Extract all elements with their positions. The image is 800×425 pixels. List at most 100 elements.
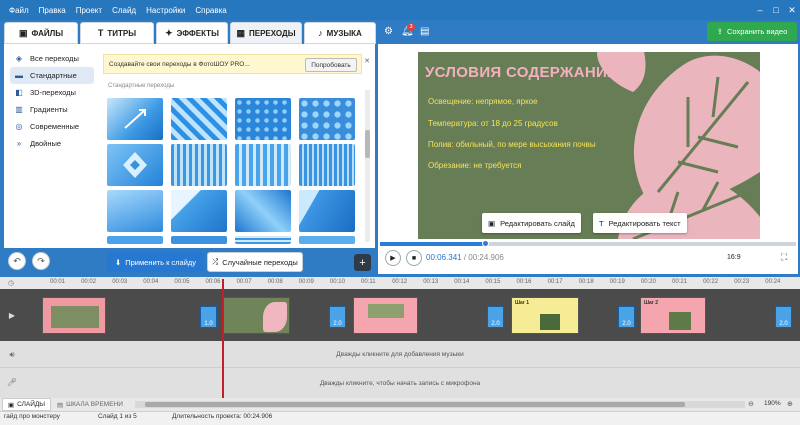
zoom-in-icon[interactable]: ⊕ xyxy=(787,400,793,408)
gallery-icon[interactable]: ▤ xyxy=(420,26,429,37)
slide-text-line: Полив: обильный, по мере высыхания почвы xyxy=(428,140,596,149)
gradient-icon: ▥ xyxy=(15,105,23,114)
edit-slide-button[interactable]: ▣ Редактировать слайд xyxy=(482,213,581,233)
transition-marker[interactable]: 2.0 xyxy=(775,306,792,328)
stop-button[interactable]: ■ xyxy=(406,250,422,266)
slide-clip[interactable]: Шаг 2 xyxy=(640,297,706,334)
clip-thumbnail xyxy=(263,302,287,332)
zoom-out-icon[interactable]: ⊖ xyxy=(748,400,754,408)
transition-thumb[interactable] xyxy=(171,236,227,244)
tab-slides[interactable]: ▣ СЛАЙДЫ xyxy=(2,398,52,411)
menu-slide[interactable]: Слайд xyxy=(112,6,136,15)
transition-marker[interactable]: 2.0 xyxy=(329,306,346,328)
category-modern[interactable]: ◎ Современные xyxy=(4,118,100,135)
transition-thumb[interactable] xyxy=(299,190,355,232)
project-duration: Длительность проекта: 00:24.906 xyxy=(172,413,273,420)
minimize-button[interactable]: – xyxy=(752,5,768,15)
tab-effects[interactable]: ✦ ЭФФЕКТЫ xyxy=(156,22,228,44)
tick-label: 00:18 xyxy=(578,279,594,285)
tab-timeline[interactable]: ▤ ШКАЛА ВРЕМЕНИ xyxy=(52,398,128,411)
tick-label: 00:03 xyxy=(112,279,128,285)
transition-marker[interactable]: 2.0 xyxy=(487,306,504,328)
close-icon[interactable]: ✕ xyxy=(364,57,370,65)
fullscreen-icon[interactable]: ⛶ xyxy=(781,252,787,263)
try-button[interactable]: Попробовать xyxy=(305,58,357,72)
grid-scrollbar[interactable] xyxy=(365,90,370,242)
category-3d[interactable]: ◧ 3D-переходы xyxy=(4,84,100,101)
transition-thumb[interactable] xyxy=(235,236,291,244)
transition-thumb[interactable] xyxy=(235,144,291,186)
transition-thumb[interactable] xyxy=(107,236,163,244)
cube-icon: ◧ xyxy=(15,88,23,97)
transition-thumb[interactable] xyxy=(107,144,163,186)
clip-thumbnail xyxy=(51,306,99,328)
shuffle-icon: ⤮ xyxy=(212,257,219,266)
redo-button[interactable]: ↷ xyxy=(32,252,50,270)
transition-thumb[interactable] xyxy=(171,190,227,232)
transition-thumb[interactable] xyxy=(299,236,355,244)
video-icon: ▶ xyxy=(8,311,16,320)
music-hint: Дважды кликните для добавления музыки xyxy=(336,351,464,358)
tab-titles[interactable]: T ТИТРЫ xyxy=(80,22,154,44)
playback-progress[interactable] xyxy=(380,240,796,247)
slide-clip[interactable] xyxy=(42,297,106,334)
menu-file[interactable]: Файл xyxy=(9,6,29,15)
gear-icon[interactable]: ⚙ xyxy=(384,26,393,37)
scrollbar-thumb[interactable] xyxy=(145,402,685,407)
random-transitions-button[interactable]: ⤮ Случайные переходы xyxy=(207,252,303,272)
add-button[interactable]: + xyxy=(354,254,371,271)
menu-edit[interactable]: Правка xyxy=(39,6,66,15)
horizontal-scrollbar[interactable] xyxy=(135,401,745,408)
tick-label: 00:17 xyxy=(547,279,563,285)
tick-label: 00:23 xyxy=(734,279,750,285)
transition-thumb[interactable] xyxy=(107,98,163,140)
close-window-button[interactable]: ✕ xyxy=(784,5,800,16)
menu-bar: Файл Правка Проект Слайд Настройки Справ… xyxy=(0,0,800,20)
edit-text-button[interactable]: T Редактировать текст xyxy=(593,213,687,233)
category-standard[interactable]: ▬ Стандартные xyxy=(10,67,94,84)
menu-project[interactable]: Проект xyxy=(76,6,102,15)
apply-to-slide-button[interactable]: ⬇ Применить к слайду xyxy=(107,252,204,272)
undo-button[interactable]: ↶ xyxy=(8,252,26,270)
tick-label: 00:10 xyxy=(329,279,345,285)
transition-thumb[interactable] xyxy=(299,144,355,186)
slide-clip[interactable]: Шаг 1 xyxy=(511,297,579,334)
transition-thumb[interactable] xyxy=(235,98,291,140)
category-double[interactable]: » Двойные xyxy=(4,135,100,152)
tick-label: 00:24 xyxy=(765,279,781,285)
maximize-button[interactable]: □ xyxy=(768,5,784,15)
transitions-icon: ▦ xyxy=(236,27,245,38)
transition-thumb[interactable] xyxy=(235,190,291,232)
transition-marker[interactable]: 2.0 xyxy=(618,306,635,328)
slide-clip[interactable] xyxy=(353,297,418,334)
tick-label: 00:07 xyxy=(236,279,252,285)
grid-title: Стандартные переходы xyxy=(108,83,175,89)
slide-clip[interactable] xyxy=(222,297,290,334)
tab-transitions[interactable]: ▦ ПЕРЕХОДЫ xyxy=(230,22,302,44)
save-video-button[interactable]: ⇪ Сохранить видео xyxy=(707,22,797,41)
menu-settings[interactable]: Настройки xyxy=(146,6,185,15)
edit-icon: ▣ xyxy=(488,218,496,228)
plus-icon: + xyxy=(359,256,366,269)
tick-label: 00:15 xyxy=(485,279,501,285)
tab-music[interactable]: ♪ МУЗЫКА xyxy=(304,22,376,44)
category-gradients[interactable]: ▥ Градиенты xyxy=(4,101,100,118)
tick-label: 00:20 xyxy=(640,279,656,285)
tick-label: 00:14 xyxy=(454,279,470,285)
transition-marker[interactable]: 1.0 xyxy=(200,306,217,328)
slide-text-line: Обрезание: не требуется xyxy=(428,161,522,170)
play-icon: ▶ xyxy=(390,255,396,262)
category-all[interactable]: ◈ Все переходы xyxy=(4,50,100,67)
menu-help[interactable]: Справка xyxy=(195,6,226,15)
progress-handle[interactable] xyxy=(482,240,490,247)
transition-thumb[interactable] xyxy=(107,190,163,232)
scrollbar-thumb[interactable] xyxy=(365,130,370,158)
transition-thumb[interactable] xyxy=(171,144,227,186)
transition-thumb[interactable] xyxy=(171,98,227,140)
play-button[interactable]: ▶ xyxy=(385,250,401,266)
music-icon: ♪ xyxy=(318,28,323,38)
playhead[interactable] xyxy=(222,279,224,398)
tab-files[interactable]: ▣ ФАЙЛЫ xyxy=(4,22,78,44)
aspect-ratio[interactable]: 16:9 xyxy=(727,254,741,261)
transition-thumb[interactable] xyxy=(299,98,355,140)
